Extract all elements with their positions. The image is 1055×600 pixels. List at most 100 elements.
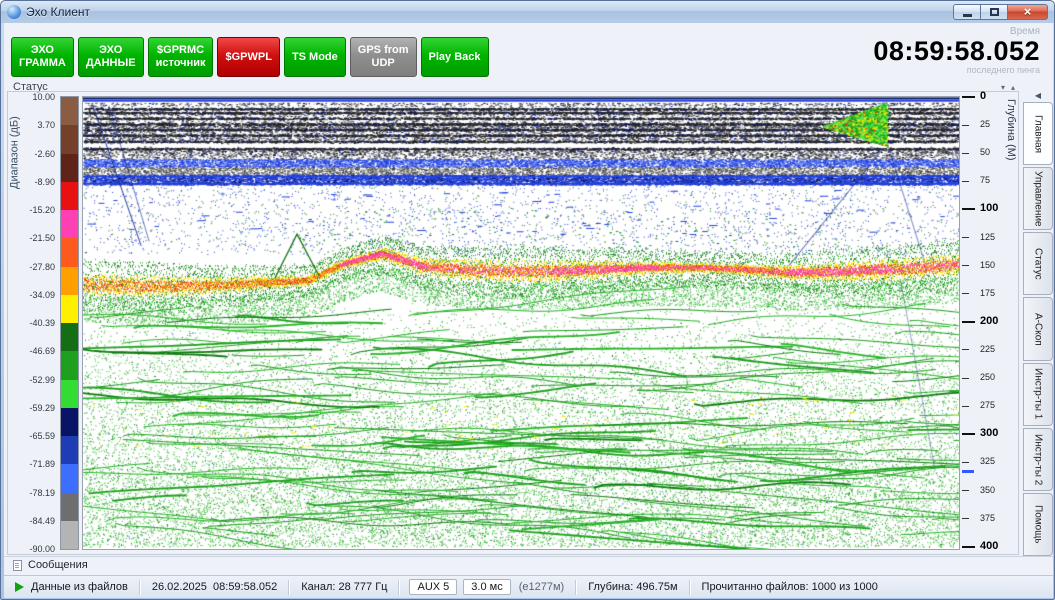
messages-label: Сообщения (28, 559, 88, 571)
time-subcaption: последнего пинга (873, 65, 1040, 75)
color-scale-segment (61, 408, 78, 436)
side-tabs: ГлавнаяУправлениеСтатусА-СкопИнстр-ты 1И… (1023, 102, 1053, 556)
toolbar-button-gpwpl[interactable]: $GPWPL (217, 37, 279, 77)
toolbar-button-play-back[interactable]: Play Back (421, 37, 489, 77)
depth-tick-label: 175 (980, 288, 995, 299)
side-tab-a-scope[interactable]: А-Скоп (1023, 297, 1053, 360)
color-scale (60, 96, 79, 550)
range-tick-label: -78.19 (29, 488, 55, 498)
statusbar-item-6: Глубина: 496.75м (583, 581, 682, 593)
color-scale-segment (61, 182, 78, 210)
range-tick-label: -27.80 (29, 262, 55, 272)
titlebar[interactable]: Эхо Клиент × (1, 1, 1054, 23)
depth-tick-label: 325 (980, 456, 995, 467)
range-tick-label: -46.69 (29, 346, 55, 356)
range-tick-label: 10.00 (32, 92, 55, 102)
toolbar-button-echogram[interactable]: ЭХОГРАММА (11, 37, 74, 77)
depth-tick-label: 275 (980, 400, 995, 411)
color-scale-segment (61, 436, 78, 464)
app-window: Эхо Клиент × ЭХОГРАММАЭХОДАННЫЕ$GPRMCист… (0, 0, 1055, 600)
range-tick-label: -65.59 (29, 431, 55, 441)
depth-tick (962, 406, 969, 407)
toolbar-button-label: источник (156, 57, 206, 70)
depth-tick (962, 153, 969, 154)
time-display: Время 08:59:58.052 последнего пинга (873, 26, 1040, 75)
depth-tick (962, 181, 969, 182)
depth-tick (962, 208, 975, 210)
statusbar-separator (288, 580, 290, 595)
range-tick-label: -71.89 (29, 459, 55, 469)
toolbar-button-label: ЭХО (31, 44, 54, 57)
color-scale-segment (61, 154, 78, 182)
statusbar-text: Прочитанно файлов: 1000 из 1000 (702, 581, 878, 593)
side-tabs-strip: ◀ ГлавнаяУправлениеСтатусА-СкопИнстр-ты … (1023, 89, 1053, 556)
color-scale-segment (61, 238, 78, 266)
minimize-button[interactable] (953, 4, 981, 20)
statusbar-separator (398, 580, 400, 595)
messages-bar[interactable]: Сообщения (4, 556, 1053, 574)
tabs-collapse-button[interactable]: ◀ (1023, 89, 1053, 102)
toolbar-button-ts-mode[interactable]: TS Mode (284, 37, 346, 77)
color-scale-segment (61, 521, 78, 549)
statusbar-item-2: Канал: 28 777 Гц (296, 581, 392, 593)
depth-tick (962, 96, 975, 98)
depth-tick (962, 546, 975, 548)
range-tick-label: 3.70 (37, 120, 55, 130)
statusbar-item-1: 26.02.2025 08:59:58.052 (147, 581, 282, 593)
toolbar-button-gprmc-source[interactable]: $GPRMCисточник (148, 37, 214, 77)
depth-tick-label: 225 (980, 344, 995, 355)
depth-axis-title: Глубина (М) (1002, 99, 1017, 219)
depth-tick-label: 0 (980, 89, 986, 103)
side-tab-instr-1[interactable]: Инстр-ты 1 (1023, 363, 1053, 426)
side-tab-upravlenie[interactable]: Управление (1023, 167, 1053, 230)
depth-tick (962, 237, 969, 238)
toolbar-button-label: Play Back (429, 51, 481, 64)
toolbar-buttons: ЭХОГРАММАЭХОДАННЫЕ$GPRMCисточник$GPWPLTS… (11, 37, 489, 77)
depth-marker[interactable] (962, 470, 974, 473)
maximize-button[interactable] (981, 4, 1008, 20)
toolbar-button-label: TS Mode (292, 51, 338, 64)
toolbar-button-label: ДАННЫЕ (86, 57, 136, 70)
side-tab-pomosch[interactable]: Помощь (1023, 493, 1053, 556)
depth-tick (962, 462, 969, 463)
minimize-icon (963, 14, 972, 17)
statusbar-item-0: Данные из файлов (10, 581, 133, 593)
side-tab-status[interactable]: Статус (1023, 232, 1053, 295)
range-tick-label: -40.39 (29, 318, 55, 328)
range-tick-label: -90.00 (29, 544, 55, 554)
statusbar-text: Данные из файлов (31, 581, 128, 593)
statusbar-text: Канал: 28 777 Гц (301, 581, 387, 593)
play-icon (15, 582, 24, 592)
collapse-down-icon[interactable]: ▾ (1001, 84, 1005, 92)
color-scale-segment (61, 295, 78, 323)
color-scale-segment (61, 97, 78, 125)
statusbar-separator (689, 580, 691, 595)
range-tick-label: -2.60 (34, 149, 55, 159)
side-tab-glavnaya[interactable]: Главная (1023, 102, 1053, 165)
range-tick-label: -21.50 (29, 233, 55, 243)
depth-tick (962, 349, 969, 350)
color-scale-segment (61, 210, 78, 238)
range-tick-label: -84.49 (29, 516, 55, 526)
color-scale-segment (61, 464, 78, 492)
range-tick-label: -15.20 (29, 205, 55, 215)
color-scale-segment (61, 125, 78, 153)
depth-tick (962, 433, 975, 435)
toolbar-button-gps-from-udp[interactable]: GPS fromUDP (350, 37, 417, 77)
echogram-canvas[interactable] (82, 96, 960, 550)
toolbar-button-echodata[interactable]: ЭХОДАННЫЕ (78, 37, 144, 77)
statusbar-text: AUX 5 (417, 581, 449, 593)
toolbar-button-label: $GPWPL (225, 51, 271, 64)
depth-tick-label: 375 (980, 513, 995, 524)
depth-tick-label: 400 (980, 539, 998, 553)
depth-tick (962, 378, 969, 379)
toolbar-button-label: UDP (372, 57, 395, 70)
collapse-up-icon[interactable]: ▴ (1011, 84, 1015, 92)
side-tab-instr-2[interactable]: Инстр-ты 2 (1023, 428, 1053, 491)
range-tick-label: -52.99 (29, 375, 55, 385)
depth-tick-label: 250 (980, 372, 995, 383)
close-button[interactable]: × (1008, 4, 1048, 20)
document-icon (13, 560, 22, 571)
statusbar: Данные из файлов 26.02.2025 08:59:58.052 К… (4, 575, 1053, 598)
toolbar-button-label: $GPRMC (157, 44, 204, 57)
